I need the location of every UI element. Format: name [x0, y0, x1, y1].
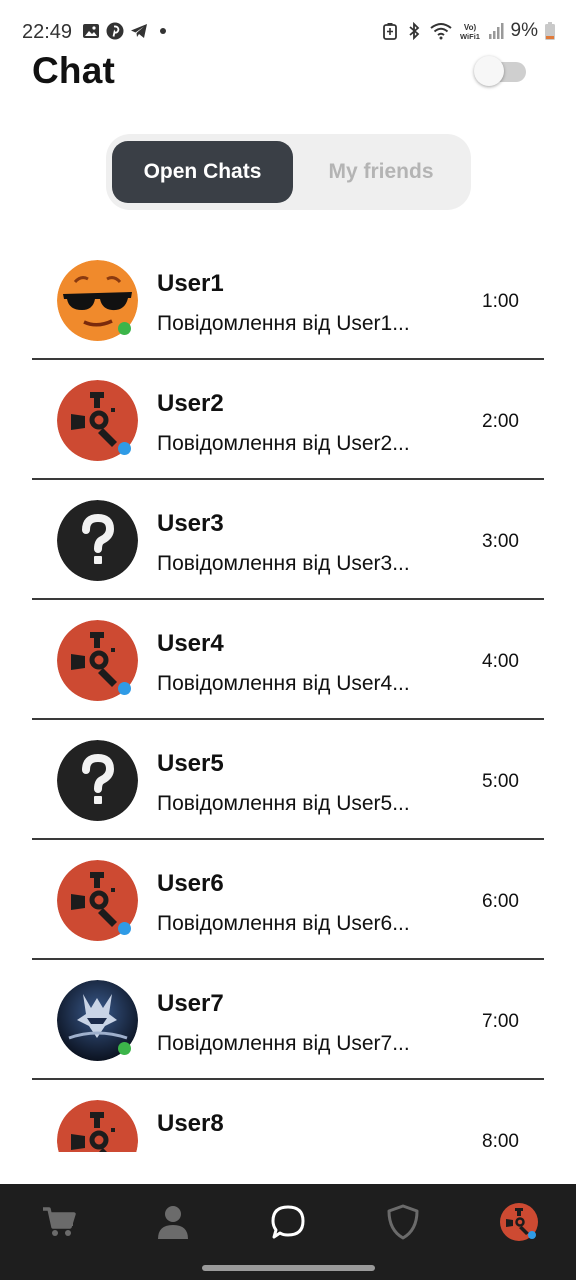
telegram-icon: [130, 22, 148, 40]
chat-message-preview: Повідомлення від User3...: [157, 552, 410, 575]
chat-row[interactable]: User6 Повідомлення від User6... 6:00: [0, 840, 576, 960]
online-status-dot: [118, 922, 131, 935]
svg-text:WiFi1: WiFi1: [460, 32, 480, 40]
chat-time: 8:00: [482, 1131, 519, 1152]
chat-row[interactable]: User7 Повідомлення від User7... 7:00: [0, 960, 576, 1080]
tab-open-chats[interactable]: Open Chats: [112, 141, 293, 203]
profile-avatar-icon: [499, 1202, 539, 1247]
vowifi-icon: Vo) WiFi1: [459, 22, 481, 40]
toggle-thumb: [474, 56, 504, 86]
chat-message-preview: Повідомлення від User4...: [157, 672, 410, 695]
chat-name: User1: [157, 270, 224, 297]
chat-row[interactable]: User4 Повідомлення від User4... 4:00: [0, 600, 576, 720]
chat-name: User2: [157, 390, 224, 417]
chat-time: 6:00: [482, 891, 519, 912]
dot-icon: [154, 22, 172, 40]
online-status-dot: [118, 442, 131, 455]
chat-bubble-icon: [270, 1204, 306, 1245]
chat-time: 3:00: [482, 531, 519, 552]
chat-list: User1 Повідомлення від User1... 1:00 Use…: [0, 240, 576, 1152]
chat-row[interactable]: User1 Повідомлення від User1... 1:00: [0, 240, 576, 360]
signal-icon: [487, 22, 505, 40]
cart-icon: [42, 1206, 76, 1243]
online-status-dot: [118, 1042, 131, 1055]
avatar-rust-logo: [57, 1100, 138, 1152]
chat-time: 2:00: [482, 411, 519, 432]
chat-time: 5:00: [482, 771, 519, 792]
chat-message-preview: Повідомлення від User2...: [157, 432, 410, 455]
battery-saver-icon: [381, 22, 399, 40]
nav-account[interactable]: [489, 1194, 549, 1254]
chat-name: User6: [157, 870, 224, 897]
tab-my-friends[interactable]: My friends: [297, 141, 465, 203]
chat-row[interactable]: User2 Повідомлення від User2... 2:00: [0, 360, 576, 480]
chat-name: User4: [157, 630, 224, 657]
tab-switcher: Open Chats My friends: [106, 134, 471, 210]
avatar-question-mark: [57, 500, 138, 581]
chat-message-preview: Повідомлення від User5...: [157, 792, 410, 815]
wifi-icon: [429, 22, 453, 40]
nav-chat[interactable]: [258, 1194, 318, 1254]
chat-name: User7: [157, 990, 224, 1017]
page-title: Chat: [32, 50, 116, 91]
chat-mode-toggle[interactable]: [474, 56, 528, 86]
chat-message-preview: Повідомлення від User1...: [157, 312, 410, 335]
status-right: Vo) WiFi1 9%: [381, 20, 556, 42]
online-status-dot: [118, 682, 131, 695]
gallery-icon: [82, 22, 100, 40]
battery-percent: 9%: [510, 20, 538, 41]
shield-icon: [387, 1204, 419, 1245]
chat-message-preview: Повідомлення від User7...: [157, 1032, 410, 1055]
chat-message-preview: Повідомлення від User6...: [157, 912, 410, 935]
nav-shop[interactable]: [29, 1194, 89, 1254]
chat-name: User8: [157, 1110, 224, 1137]
status-time: 22:49: [22, 21, 73, 43]
home-indicator[interactable]: [202, 1265, 375, 1271]
bluetooth-icon: [405, 22, 423, 40]
chat-name: User3: [157, 510, 224, 537]
chat-time: 4:00: [482, 651, 519, 672]
online-status-dot: [118, 322, 131, 335]
pinterest-icon: [106, 22, 124, 40]
chat-time: 7:00: [482, 1011, 519, 1032]
chat-name: User5: [157, 750, 224, 777]
chat-row[interactable]: User5 Повідомлення від User5... 5:00: [0, 720, 576, 840]
person-icon: [157, 1205, 189, 1244]
status-left-icons: [82, 22, 172, 40]
avatar-question-mark: [57, 740, 138, 821]
nav-security[interactable]: [373, 1194, 433, 1254]
svg-text:Vo): Vo): [463, 23, 476, 32]
chat-row[interactable]: User8 8:00: [0, 1080, 576, 1152]
chat-time: 1:00: [482, 291, 519, 312]
chat-row[interactable]: User3 Повідомлення від User3... 3:00: [0, 480, 576, 600]
battery-icon: [544, 22, 556, 40]
nav-profile[interactable]: [143, 1194, 203, 1254]
